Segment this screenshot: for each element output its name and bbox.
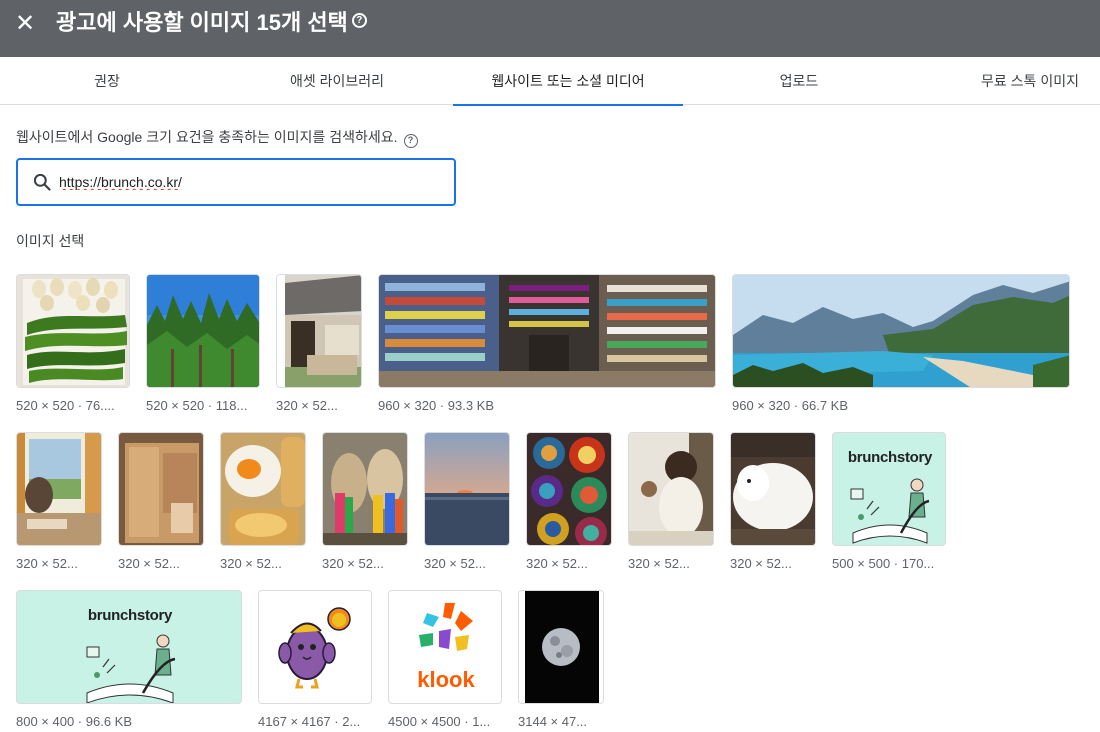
- image-caption: 320 × 52...: [322, 556, 384, 571]
- image-thumbnail: [425, 433, 509, 545]
- image-caption: 800 × 400 · 96.6 KB: [16, 714, 133, 729]
- image-caption: 960 × 320 · 93.3 KB: [378, 398, 495, 413]
- image-tile[interactable]: [526, 432, 612, 546]
- image-tile[interactable]: [424, 432, 510, 546]
- image-caption: 960 × 320 · 66.7 KB: [732, 398, 849, 413]
- tab-website-social[interactable]: 웹사이트 또는 소셜 미디어: [453, 57, 683, 106]
- illustration-icon: [850, 478, 930, 544]
- image-tile[interactable]: [146, 274, 260, 388]
- illustration-icon: [86, 634, 176, 703]
- klook-logo: klook: [417, 667, 475, 692]
- image-tile[interactable]: [16, 274, 130, 388]
- image-tile[interactable]: klook: [388, 590, 502, 704]
- image-tile[interactable]: [730, 432, 816, 546]
- image-tile[interactable]: [220, 432, 306, 546]
- image-thumbnail: [519, 591, 603, 703]
- image-caption: 320 × 52...: [16, 556, 78, 571]
- search-description: 웹사이트에서 Google 크기 요건을 충족하는 이미지를 검색하세요.?: [16, 127, 418, 148]
- image-thumbnail: [733, 275, 1069, 387]
- image-caption: 500 × 500 · 170...: [832, 556, 935, 571]
- image-tile[interactable]: [258, 590, 372, 704]
- image-thumbnail: [259, 591, 371, 703]
- image-caption: 320 × 52...: [276, 398, 338, 413]
- image-caption: 320 × 52...: [628, 556, 690, 571]
- image-caption: 3144 × 47...: [518, 714, 588, 729]
- help-icon[interactable]: ?: [403, 134, 418, 148]
- dialog-header: ✕ 광고에 사용할 이미지 15개 선택?: [0, 0, 1100, 57]
- image-thumbnail: [277, 275, 361, 387]
- url-search-field[interactable]: [16, 158, 456, 206]
- tab-asset-library[interactable]: 애셋 라이브러리: [242, 57, 432, 105]
- image-tile[interactable]: brunchstory: [16, 590, 242, 704]
- image-caption: 320 × 52...: [424, 556, 486, 571]
- brunchstory-logo: brunchstory: [847, 449, 933, 466]
- image-caption: 520 × 520 · 118...: [146, 398, 248, 413]
- dialog-title: 광고에 사용할 이미지 15개 선택?: [56, 10, 367, 36]
- image-tile[interactable]: [378, 274, 716, 388]
- tab-upload[interactable]: 업로드: [704, 57, 894, 105]
- image-thumbnail: [731, 433, 815, 545]
- image-caption: 320 × 52...: [526, 556, 588, 571]
- image-tile[interactable]: [276, 274, 362, 388]
- image-tile[interactable]: [518, 590, 604, 704]
- image-thumbnail: [147, 275, 259, 387]
- tab-bar: 권장 애셋 라이브러리 웹사이트 또는 소셜 미디어 업로드 무료 스톡 이미지: [0, 57, 1100, 106]
- close-icon[interactable]: ✕: [14, 12, 36, 36]
- image-caption: 4167 × 4167 · 2...: [258, 714, 361, 729]
- image-caption: 320 × 52...: [730, 556, 792, 571]
- brunchstory-logo: brunchstory: [87, 607, 173, 624]
- image-thumbnail: [629, 433, 713, 545]
- image-tile[interactable]: [732, 274, 1070, 388]
- image-thumbnail: [221, 433, 305, 545]
- image-thumbnail: [379, 275, 715, 387]
- help-icon[interactable]: ?: [351, 13, 367, 28]
- section-label: 이미지 선택: [16, 233, 85, 249]
- klook-icon: [419, 603, 473, 651]
- image-caption: 320 × 52...: [118, 556, 180, 571]
- image-thumbnail: [17, 275, 129, 387]
- image-caption: 520 × 520 · 76....: [16, 398, 115, 413]
- tab-free-stock[interactable]: 무료 스톡 이미지: [935, 57, 1100, 105]
- image-thumbnail: [17, 433, 101, 545]
- url-input[interactable]: [59, 170, 439, 194]
- image-tile[interactable]: [16, 432, 102, 546]
- image-tile[interactable]: [322, 432, 408, 546]
- search-icon: [33, 173, 51, 191]
- image-caption: 4500 × 4500 · 1...: [388, 714, 491, 729]
- image-thumbnail: [119, 433, 203, 545]
- tab-recommended[interactable]: 권장: [12, 57, 202, 105]
- image-tile[interactable]: [628, 432, 714, 546]
- image-caption: 320 × 52...: [220, 556, 282, 571]
- image-thumbnail: [527, 433, 611, 545]
- image-tile[interactable]: brunchstory: [832, 432, 946, 546]
- image-tile[interactable]: [118, 432, 204, 546]
- image-thumbnail: [323, 433, 407, 545]
